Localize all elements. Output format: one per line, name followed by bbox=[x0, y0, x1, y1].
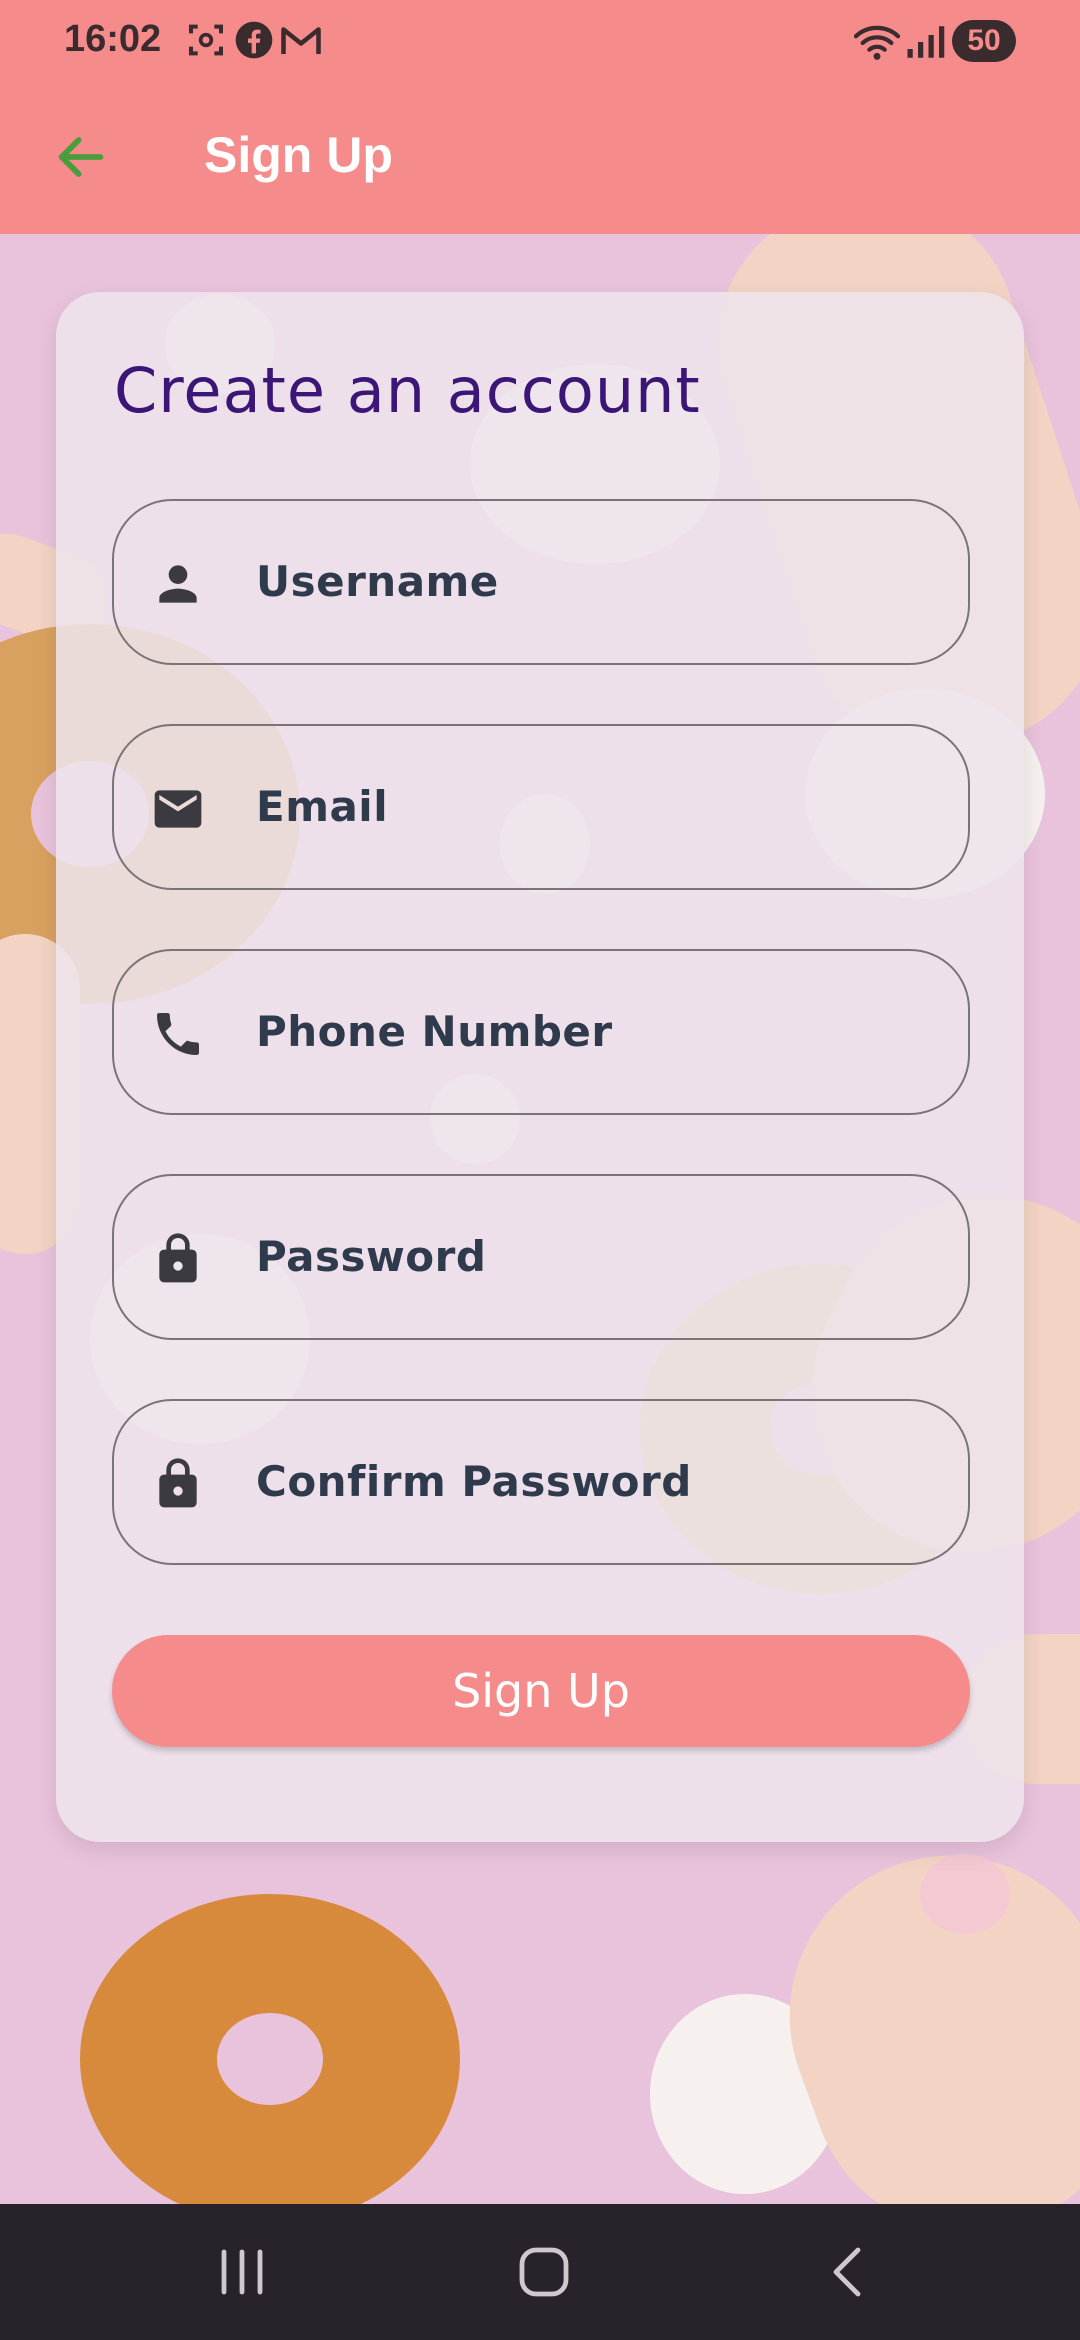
confirm-password-placeholder: Confirm Password bbox=[256, 1457, 692, 1506]
sign-up-button[interactable]: Sign Up bbox=[112, 1635, 970, 1747]
phone-placeholder: Phone Number bbox=[256, 1007, 613, 1056]
facebook-icon bbox=[235, 21, 273, 59]
wifi-icon bbox=[854, 25, 900, 60]
recent-apps-icon[interactable] bbox=[212, 2244, 272, 2300]
signup-card: Create an account Username Email Phone N… bbox=[56, 292, 1024, 1842]
mail-icon bbox=[154, 790, 202, 828]
form-heading: Create an account bbox=[114, 354, 701, 427]
battery-indicator: 50 bbox=[952, 20, 1016, 62]
back-icon[interactable] bbox=[818, 2244, 878, 2300]
phone-icon bbox=[157, 1013, 199, 1055]
email-placeholder: Email bbox=[256, 782, 389, 831]
status-bar: 16:02 50 bbox=[0, 0, 1080, 84]
username-field[interactable]: Username bbox=[112, 499, 970, 665]
phone-field[interactable]: Phone Number bbox=[112, 949, 970, 1115]
status-time: 16:02 bbox=[64, 18, 162, 60]
navigation-bar bbox=[0, 2204, 1080, 2340]
arrow-back-icon[interactable] bbox=[52, 128, 110, 186]
lock-icon bbox=[159, 1233, 197, 1283]
person-icon bbox=[159, 565, 197, 603]
email-field[interactable]: Email bbox=[112, 724, 970, 890]
confirm-password-field[interactable]: Confirm Password bbox=[112, 1399, 970, 1565]
lock-icon bbox=[159, 1458, 197, 1508]
password-field[interactable]: Password bbox=[112, 1174, 970, 1340]
username-placeholder: Username bbox=[256, 557, 499, 606]
top-bar: 16:02 50 Sign Up bbox=[0, 0, 1080, 234]
signal-icon bbox=[907, 26, 945, 58]
password-placeholder: Password bbox=[256, 1232, 487, 1281]
home-icon[interactable] bbox=[514, 2244, 574, 2300]
gmail-icon bbox=[281, 27, 321, 54]
page-title: Sign Up bbox=[204, 127, 393, 183]
screenshot-icon bbox=[189, 24, 223, 56]
